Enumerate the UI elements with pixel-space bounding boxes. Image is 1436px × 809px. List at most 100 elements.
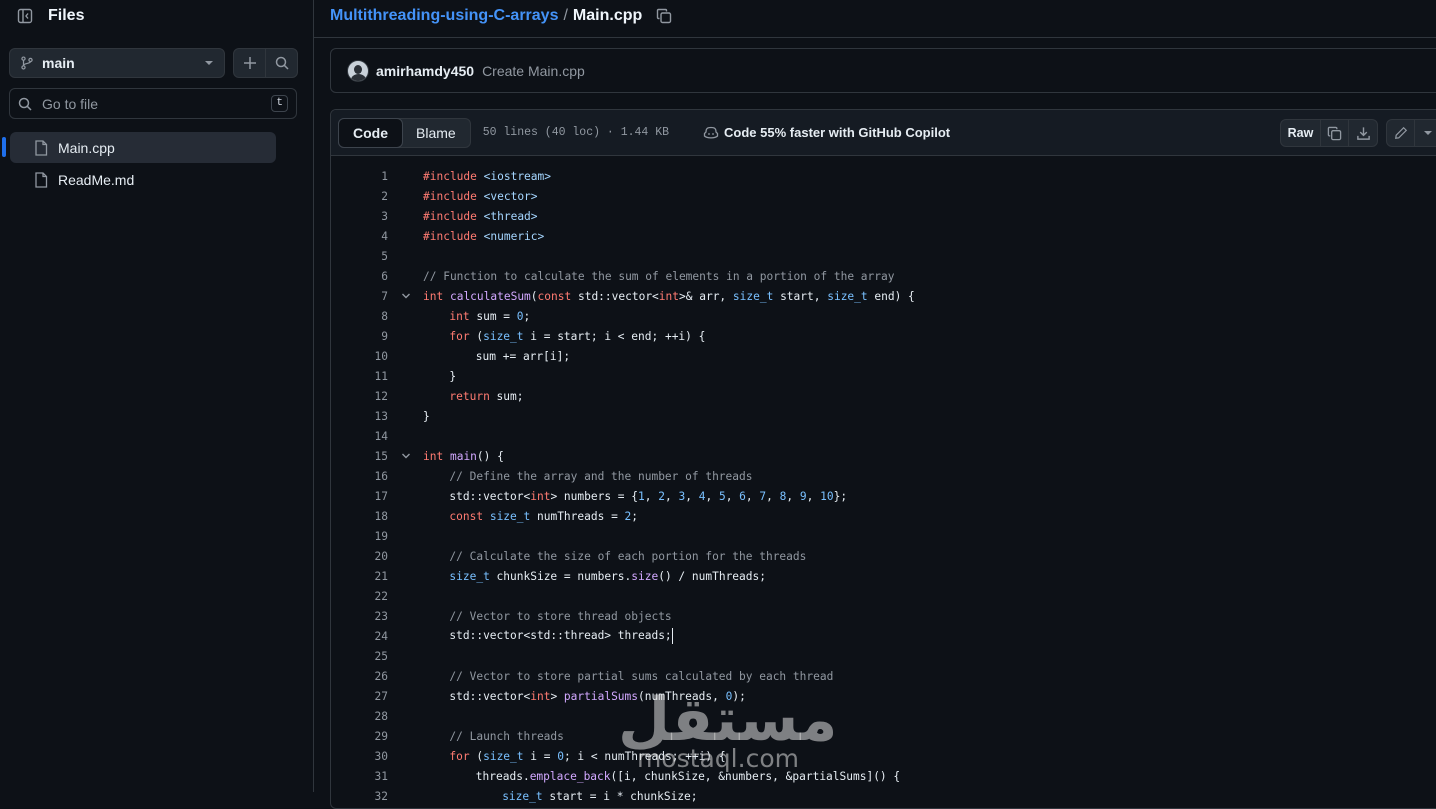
- text-caret: [671, 628, 673, 644]
- code-token: #include: [423, 189, 477, 203]
- breadcrumb-file-name: Main.cpp: [572, 7, 643, 24]
- line-number[interactable]: 27: [331, 690, 388, 703]
- line-number[interactable]: 28: [331, 710, 388, 723]
- edit-file-button[interactable]: [1387, 120, 1415, 146]
- view-mode-toggle: Code Blame: [338, 117, 471, 148]
- code-token: (numThreads,: [638, 689, 726, 703]
- code-token: ,: [644, 489, 659, 503]
- commit-message[interactable]: Create Main.cpp: [482, 63, 585, 79]
- line-number[interactable]: 30: [331, 750, 388, 763]
- collapse-sidebar-button[interactable]: [10, 2, 40, 30]
- line-number[interactable]: 19: [331, 530, 388, 543]
- line-number[interactable]: 24: [331, 630, 388, 643]
- line-number[interactable]: 22: [331, 590, 388, 603]
- code-line: 8 int sum = 0;: [331, 306, 1436, 326]
- code-token: // Calculate the size of each portion fo…: [449, 549, 807, 563]
- code-token: (: [469, 329, 484, 343]
- line-number[interactable]: 9: [331, 330, 388, 343]
- code-token: 10: [820, 489, 834, 503]
- code-token: chunkSize = numbers.: [489, 569, 632, 583]
- code-token: #include: [423, 229, 477, 243]
- file-tree-item-readme[interactable]: ReadMe.md: [10, 164, 276, 195]
- line-number[interactable]: 10: [331, 350, 388, 363]
- file-tree-item-main-cpp[interactable]: Main.cpp: [10, 132, 276, 163]
- code-token: ([i, chunkSize, &numbers, &partialSums](…: [610, 769, 901, 783]
- code-view[interactable]: 1 #include <iostream> 2 #include <vector> 3 #…: [331, 156, 1436, 806]
- code-token: ,: [806, 489, 821, 503]
- code-token: const: [449, 509, 484, 523]
- line-number[interactable]: 32: [331, 790, 388, 803]
- search-icon: [18, 97, 32, 111]
- code-token: size_t: [502, 789, 543, 803]
- download-button[interactable]: [1349, 120, 1377, 146]
- code-token: (: [469, 749, 484, 763]
- pencil-icon: [1394, 126, 1407, 139]
- avatar[interactable]: [347, 59, 369, 82]
- code-token: numThreads =: [530, 509, 625, 523]
- sidebar-title: Files: [48, 7, 85, 24]
- line-number[interactable]: 25: [331, 650, 388, 663]
- line-number[interactable]: 14: [331, 430, 388, 443]
- line-number[interactable]: 17: [331, 490, 388, 503]
- line-number[interactable]: 7: [331, 290, 388, 303]
- line-number[interactable]: 2: [331, 190, 388, 203]
- go-to-file-input[interactable]: Go to file t: [9, 88, 297, 119]
- line-number[interactable]: 20: [331, 550, 388, 563]
- code-token: ; i < numThreads; ++i) {: [563, 749, 726, 763]
- line-number[interactable]: 29: [331, 730, 388, 743]
- search-files-button[interactable]: [265, 48, 298, 78]
- commit-author[interactable]: amirhamdy450: [376, 63, 474, 79]
- line-number[interactable]: 15: [331, 450, 388, 463]
- code-text: #include <thread>: [423, 210, 538, 223]
- breadcrumb-repo-link[interactable]: Multithreading-using-C-arrays: [330, 7, 558, 25]
- line-number[interactable]: 16: [331, 470, 388, 483]
- line-number[interactable]: 13: [331, 410, 388, 423]
- code-line: 10 sum += arr[i];: [331, 346, 1436, 366]
- line-number[interactable]: 31: [331, 770, 388, 783]
- line-number[interactable]: 26: [331, 670, 388, 683]
- code-token: ;: [631, 509, 639, 523]
- add-file-button[interactable]: [233, 48, 266, 78]
- tab-blame[interactable]: Blame: [402, 119, 470, 147]
- line-number[interactable]: 21: [331, 570, 388, 583]
- line-number[interactable]: 3: [331, 210, 388, 223]
- tab-code[interactable]: Code: [338, 117, 403, 148]
- code-token: ;: [523, 309, 531, 323]
- line-number[interactable]: 12: [331, 390, 388, 403]
- code-token: 1: [638, 489, 645, 503]
- code-line: 30 for (size_t i = 0; i < numThreads; ++i…: [331, 746, 1436, 766]
- code-line: 2 #include <vector>: [331, 186, 1436, 206]
- line-number[interactable]: 11: [331, 370, 388, 383]
- line-number[interactable]: 1: [331, 170, 388, 183]
- code-text: // Define the array and the number of th…: [423, 470, 752, 483]
- line-number[interactable]: 8: [331, 310, 388, 323]
- header-divider: [314, 37, 1436, 38]
- file-viewer-header: Code Blame 50 lines (40 loc) · 1.44 KB C…: [331, 110, 1436, 156]
- line-number[interactable]: 18: [331, 510, 388, 523]
- copy-path-button[interactable]: [656, 8, 672, 24]
- code-token: int: [449, 309, 470, 323]
- line-number[interactable]: 5: [331, 250, 388, 263]
- more-edit-options-button[interactable]: [1415, 120, 1436, 146]
- raw-button[interactable]: Raw: [1281, 120, 1321, 146]
- code-token: }: [423, 409, 430, 423]
- active-file-indicator: [2, 137, 6, 157]
- breadcrumb-separator: /: [563, 7, 568, 24]
- code-line: 22: [331, 586, 1436, 606]
- code-token: start,: [773, 289, 828, 303]
- code-line: 13}: [331, 406, 1436, 426]
- code-token: // Function to calculate the sum of elem…: [423, 269, 895, 283]
- branch-selector[interactable]: main: [9, 48, 225, 78]
- fold-toggle-chevron-icon[interactable]: [388, 291, 423, 301]
- line-number[interactable]: 23: [331, 610, 388, 623]
- code-line: 9 for (size_t i = start; i < end; ++i) {: [331, 326, 1436, 346]
- line-number[interactable]: 6: [331, 270, 388, 283]
- line-number[interactable]: 4: [331, 230, 388, 243]
- code-line: 21 size_t chunkSize = numbers.size() / nu…: [331, 566, 1436, 586]
- code-text: #include <numeric>: [423, 230, 544, 243]
- copilot-promo-link[interactable]: Code 55% faster with GitHub Copilot: [703, 125, 950, 140]
- copy-raw-button[interactable]: [1321, 120, 1349, 146]
- fold-toggle-chevron-icon[interactable]: [388, 451, 423, 461]
